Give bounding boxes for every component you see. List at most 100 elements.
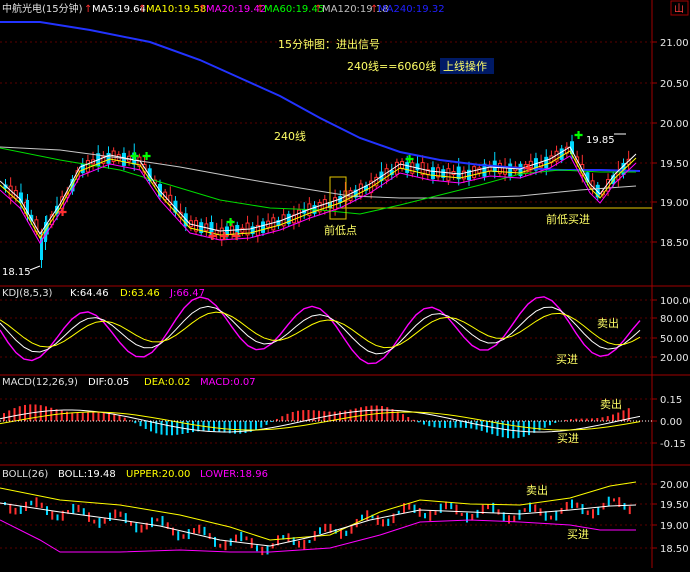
macd-legend-item-2: DEA:0.02 xyxy=(144,377,190,388)
boll-legend-item-0: BOLL(26) xyxy=(2,469,48,480)
boll-bar xyxy=(219,543,222,548)
window-badge[interactable]: 山 xyxy=(674,3,684,15)
boll-bar xyxy=(14,507,17,515)
kdj-legend-item-1: K:64.46 xyxy=(70,288,109,299)
macd-buy-label: 买进 xyxy=(557,432,579,445)
annotation-high-value: 19.85 xyxy=(586,135,615,146)
kdj-sell-label: 卖出 xyxy=(597,316,619,330)
boll-bar xyxy=(592,509,594,519)
boll-bar xyxy=(266,545,269,555)
boll-bar xyxy=(88,512,90,522)
boll-bar xyxy=(376,515,379,525)
boll-bar xyxy=(439,503,442,513)
boll-bar xyxy=(56,514,59,521)
boll-bar xyxy=(77,504,80,513)
price-tick-label-3: 19.50 xyxy=(660,159,689,170)
kdj-legend-item-3: J:66.47 xyxy=(169,288,205,299)
signal-arrow-9: ✚ xyxy=(524,162,533,175)
boll-bar xyxy=(487,504,489,510)
boll-legend: BOLL(26) BOLL:19.48 UPPER:20.00 LOWER:18.96 xyxy=(2,469,268,480)
boll-bar xyxy=(613,498,615,502)
boll-bar xyxy=(544,511,547,521)
boll-bar xyxy=(345,530,348,536)
macd-tick-label-2: -0.15 xyxy=(660,439,686,450)
boll-bar xyxy=(308,539,311,544)
price-tick-label-4: 19.00 xyxy=(660,198,689,209)
boll-tick-label-1: 19.50 xyxy=(660,500,689,511)
signal-arrow-2: ✚ xyxy=(232,230,241,243)
candlestick-chart[interactable]: 山 ✚ ✚ ✚✚✚ ✚✚✚✚✚ 中航光电(15分钟) ↑ MA5:19.64↑ MA10:… xyxy=(0,0,690,568)
boll-bar xyxy=(550,515,552,520)
boll-bar xyxy=(597,507,600,516)
annotation-action: 上线操作 xyxy=(443,59,487,73)
macd-tick-label-0: 0.15 xyxy=(660,395,682,406)
macd-tick-label-1: 0.00 xyxy=(660,417,682,428)
boll-bar xyxy=(156,518,159,522)
kdj-buy-label: 买进 xyxy=(556,353,578,366)
macd-legend-item-0: MACD(12,26,9) xyxy=(2,377,78,388)
boll-bar xyxy=(51,511,54,520)
boll-bar xyxy=(298,540,300,548)
boll-bar xyxy=(555,510,558,521)
security-title: 中航光电(15分钟) xyxy=(2,2,83,15)
boll-bar xyxy=(40,502,43,508)
boll-bar xyxy=(319,527,321,534)
chart-background xyxy=(0,0,690,568)
kdj-tick-label-0: 100.00 xyxy=(660,296,690,307)
boll-bar xyxy=(187,529,190,540)
boll-bar xyxy=(628,506,631,515)
boll-bar xyxy=(177,531,180,541)
boll-bar xyxy=(565,501,568,511)
boll-bar xyxy=(82,508,85,516)
boll-bar xyxy=(182,534,185,539)
boll-bar xyxy=(245,536,248,541)
boll-legend-item-2: UPPER:20.00 xyxy=(126,469,190,480)
boll-bar xyxy=(476,509,479,518)
ma-legend: 中航光电(15分钟) ↑ MA5:19.64↑ MA10:19.58↑ MA20:19… xyxy=(2,2,445,15)
boll-bar xyxy=(497,509,500,515)
signal-arrow-7: ✚ xyxy=(405,153,414,166)
boll-bar xyxy=(203,526,206,536)
signal-arrow-4: ✚ xyxy=(130,150,139,163)
signal-arrow-6: ✚ xyxy=(226,216,235,229)
signal-arrow-1: ✚ xyxy=(220,230,229,243)
macd-sell-label: 卖出 xyxy=(600,397,622,411)
boll-bar xyxy=(193,528,195,534)
macd-legend-item-3: MACD:0.07 xyxy=(200,377,256,388)
boll-bar xyxy=(366,510,369,521)
signal-arrow-3: ✚ xyxy=(58,206,67,219)
price-tick-label-5: 18.50 xyxy=(660,238,689,249)
annotation-low-point: 前低点 xyxy=(324,223,357,237)
boll-bar xyxy=(235,534,237,542)
boll-bar xyxy=(434,510,437,516)
boll-bar xyxy=(151,517,153,528)
boll-bar xyxy=(324,523,327,532)
annotation-line-rule: 240线==6060线 xyxy=(347,59,436,73)
boll-bar xyxy=(229,538,232,546)
boll-bar xyxy=(508,515,510,524)
boll-bar xyxy=(424,513,426,519)
ma-legend-5: MA240:19.32 xyxy=(378,4,445,15)
boll-buy-label: 买进 xyxy=(567,528,589,541)
boll-bar xyxy=(513,515,516,522)
boll-bar xyxy=(240,531,243,542)
boll-bar xyxy=(466,512,468,523)
annotation-low-value: 18.15 xyxy=(2,267,31,278)
kdj-legend: KDJ(8,5,3) K:64.46 D:63.46 J:66.47 xyxy=(2,288,205,299)
boll-bar xyxy=(103,517,106,524)
signal-arrow-5: ✚ xyxy=(142,150,151,163)
kdj-tick-label-3: 20.00 xyxy=(660,353,689,364)
boll-bar xyxy=(19,506,22,514)
boll-bar xyxy=(109,512,111,521)
boll-legend-item-3: LOWER:18.96 xyxy=(200,469,268,480)
price-tick-label-1: 20.50 xyxy=(660,79,689,90)
boll-bar xyxy=(161,516,164,526)
boll-sell-label: 卖出 xyxy=(526,483,548,497)
boll-bar xyxy=(124,513,127,524)
boll-bar xyxy=(607,496,610,507)
boll-bar xyxy=(30,500,33,506)
boll-bar xyxy=(250,538,253,549)
kdj-legend-item-2: D:63.46 xyxy=(120,288,160,299)
kdj-tick-label-1: 80.00 xyxy=(660,314,689,325)
boll-bar xyxy=(198,524,201,534)
